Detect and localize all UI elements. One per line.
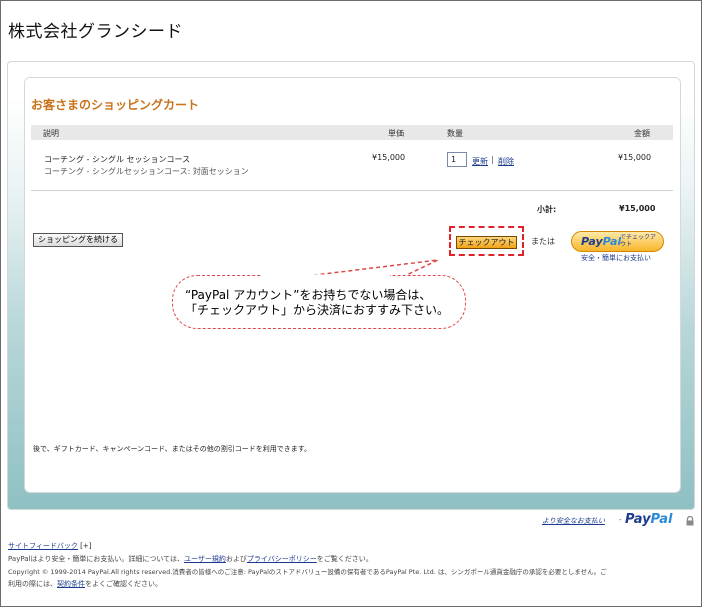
- secure-dash: -: [619, 516, 622, 524]
- terms-link[interactable]: ユーザー規約: [184, 555, 226, 563]
- gift-note: 後で、ギフトカード、キャンペーンコード、またはその他の割引コードを利用できます。: [33, 445, 312, 453]
- feedback-mark: [+]: [80, 542, 92, 550]
- contract-terms-link[interactable]: 契約条件: [57, 580, 85, 588]
- privacy-link[interactable]: プライバシーポリシー: [247, 555, 317, 563]
- callout-line-2: 「チェックアウト」から決済におすすみ下さい。: [185, 303, 450, 317]
- footer-line-2: Copyright © 1999-2014 PayPal.All rights …: [8, 568, 607, 576]
- footer-links: サイトフィードバック [+]: [8, 541, 91, 551]
- callout-line-1: “PayPal アカウント”をお持ちでない場合は、: [185, 288, 432, 302]
- lock-icon: [686, 516, 694, 526]
- sitemap-feedback-link[interactable]: サイトフィードバック: [8, 542, 78, 550]
- footer-line-3: 利用の際には、契約条件をよくご確認ください。: [8, 580, 162, 588]
- callout-text: “PayPal アカウント”をお持ちでない場合は、 「チェックアウト」から決済に…: [185, 288, 449, 318]
- paypal-footer-logo: PayPal: [625, 512, 673, 527]
- secure-payment-link[interactable]: より安全なお支払い: [542, 516, 605, 526]
- footer-line-1: PayPalはより安全・簡単にお支払い。詳細については、ユーザー規約およびプライ…: [8, 555, 373, 563]
